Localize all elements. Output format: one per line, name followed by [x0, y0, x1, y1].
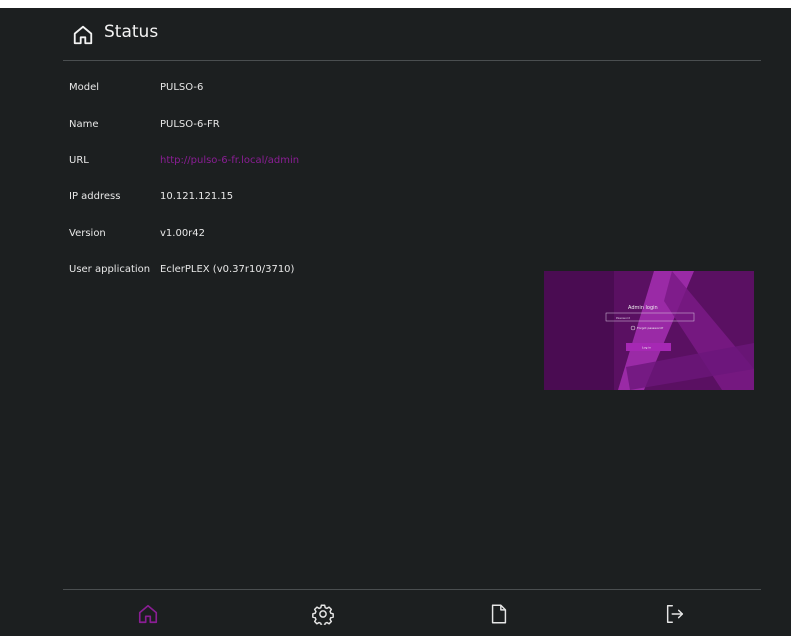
page-title: Status — [104, 22, 159, 42]
status-label: URL — [69, 155, 89, 166]
document-icon — [491, 604, 507, 624]
nav-home-button[interactable] — [132, 598, 164, 630]
page-header: Status — [63, 8, 761, 61]
status-value: 10.121.121.15 — [160, 191, 234, 202]
home-icon — [138, 604, 158, 624]
url-link[interactable]: http://pulso-6-fr.local/admin — [160, 155, 299, 166]
nav-documents-button[interactable] — [483, 598, 515, 630]
status-label: IP address — [69, 191, 121, 202]
status-label: User application — [69, 264, 151, 275]
gear-icon — [312, 604, 334, 625]
status-label: Version — [69, 228, 106, 239]
status-value: v1.00r42 — [160, 228, 206, 239]
home-icon — [73, 25, 93, 45]
bottom-nav — [63, 589, 761, 637]
preview-forgot-link: Forgot password? — [637, 326, 664, 330]
preview-password-placeholder: Password — [616, 316, 630, 320]
preview-title: Admin login — [628, 305, 658, 311]
status-value: EclerPLEX (v0.37r10/3710) — [160, 264, 295, 275]
nav-logout-button[interactable] — [659, 598, 691, 630]
app-frame: Status Model PULSO-6 Name PULSO-6-FR URL… — [0, 8, 791, 636]
admin-login-preview-thumbnail[interactable]: Admin login Password Forgot password? Lo… — [544, 271, 754, 390]
status-value: PULSO-6 — [160, 82, 204, 93]
preview-image: Admin login Password Forgot password? Lo… — [544, 271, 754, 390]
preview-login-label: Log in — [642, 346, 651, 350]
nav-settings-button[interactable] — [307, 598, 339, 630]
status-value: PULSO-6-FR — [160, 119, 220, 130]
status-label: Model — [69, 82, 100, 93]
status-label: Name — [69, 119, 99, 130]
logout-icon — [666, 605, 684, 623]
